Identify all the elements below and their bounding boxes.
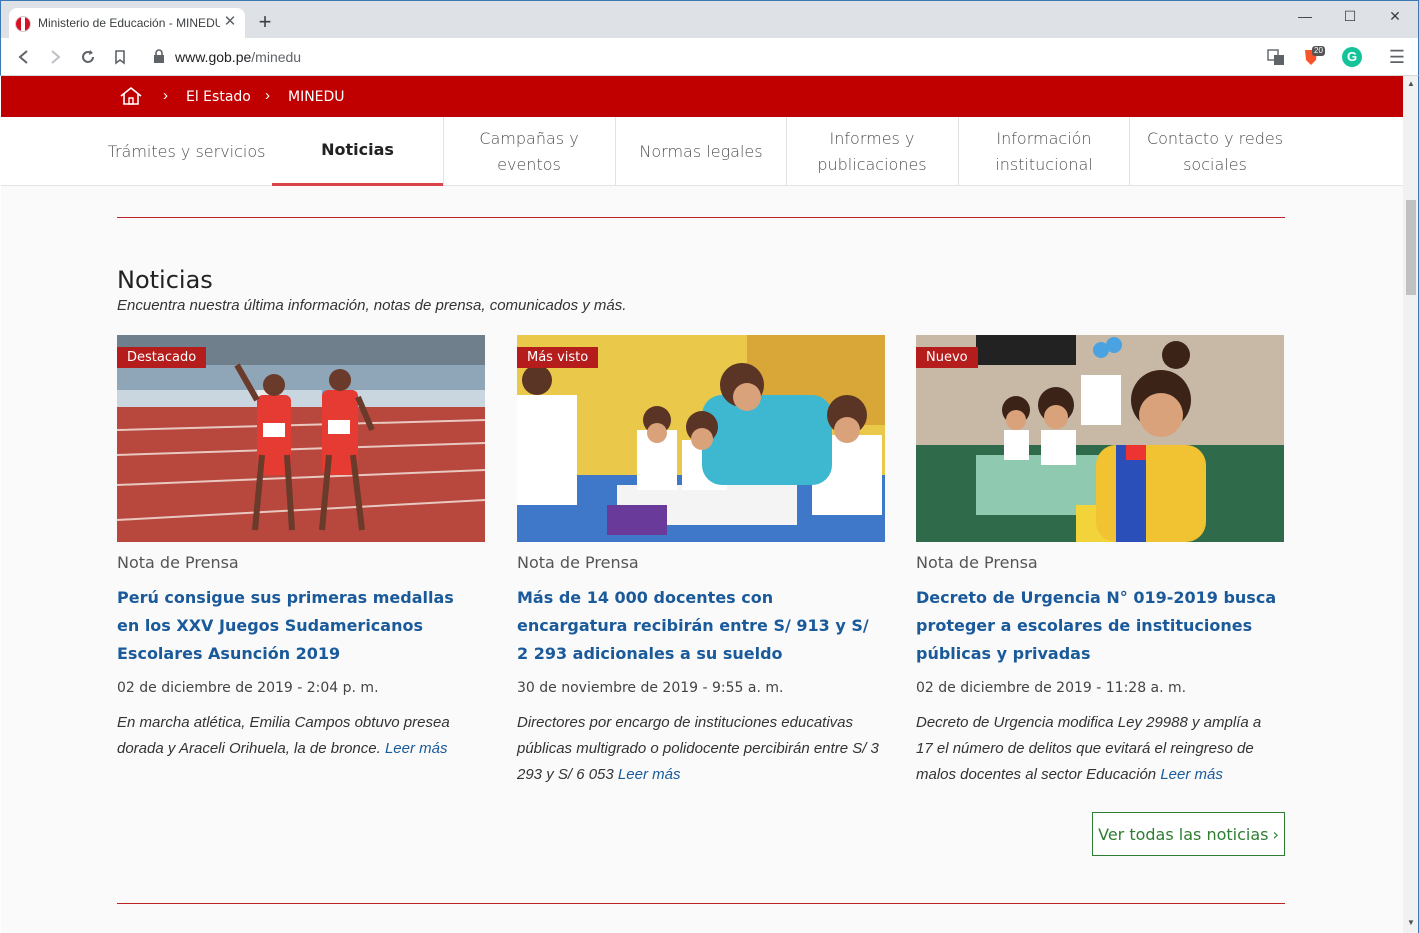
- lock-icon: [154, 49, 164, 63]
- chevron-right-icon: ›: [163, 87, 168, 104]
- divider: [117, 217, 1285, 218]
- badge-nuevo: Nuevo: [916, 347, 978, 368]
- news-excerpt: Decreto de Urgencia modifica Ley 29988 y…: [916, 710, 1278, 788]
- home-icon[interactable]: [119, 86, 143, 106]
- reload-icon[interactable]: [78, 47, 98, 67]
- breadcrumb-el-estado[interactable]: El Estado: [186, 89, 251, 105]
- news-card: Destacado Nota de Prensa Perú consigue s…: [117, 335, 485, 757]
- browser-tab[interactable]: Ministerio de Educación - MINEDU ✕: [9, 8, 245, 39]
- read-more-link[interactable]: Leer más: [1160, 766, 1223, 783]
- close-window-button[interactable]: ✕: [1372, 5, 1418, 31]
- tab-title: Ministerio de Educación - MINEDU: [38, 16, 220, 30]
- read-more-link[interactable]: Leer más: [618, 766, 681, 783]
- url-path: /minedu: [251, 49, 302, 65]
- grammarly-icon[interactable]: G: [1342, 47, 1362, 67]
- news-date: 02 de diciembre de 2019 - 2:04 p. m.: [117, 680, 379, 696]
- news-card: Más visto Nota de Prensa Más de 14 000 d…: [517, 335, 885, 783]
- news-image-classroom[interactable]: Más visto: [517, 335, 885, 542]
- scrollbar[interactable]: ▲ ▼: [1403, 76, 1419, 933]
- news-type: Nota de Prensa: [916, 553, 1038, 572]
- close-tab-icon[interactable]: ✕: [221, 13, 239, 31]
- minimize-button[interactable]: —: [1282, 5, 1328, 31]
- news-type: Nota de Prensa: [117, 553, 239, 572]
- scrollbar-thumb[interactable]: [1406, 200, 1416, 295]
- page-content: › El Estado › MINEDU Trámites y servicio…: [1, 76, 1403, 933]
- news-image-athletes[interactable]: Destacado: [117, 335, 485, 542]
- section-title: Noticias: [117, 266, 213, 294]
- nav-noticias[interactable]: Noticias: [272, 117, 443, 186]
- scroll-down-icon[interactable]: ▼: [1403, 915, 1419, 931]
- back-icon[interactable]: [14, 47, 34, 67]
- see-all-label: Ver todas las noticias: [1098, 824, 1269, 844]
- url-text: www.gob.pe/minedu: [175, 49, 301, 65]
- chevron-right-icon: ›: [1272, 824, 1279, 844]
- nav-campanas[interactable]: Campañas y eventos: [443, 117, 614, 186]
- browser-toolbar: www.gob.pe/minedu 20 G ☰: [0, 38, 1419, 76]
- forward-icon[interactable]: [45, 47, 65, 67]
- nav-informes[interactable]: Informes y publicaciones: [786, 117, 957, 186]
- see-all-news-button[interactable]: Ver todas las noticias ›: [1092, 812, 1285, 856]
- brave-shield-icon[interactable]: 20: [1301, 46, 1325, 67]
- chevron-right-icon: ›: [265, 87, 270, 104]
- maximize-button[interactable]: ☐: [1327, 5, 1373, 31]
- read-more-link[interactable]: Leer más: [385, 740, 448, 757]
- badge-mas-visto: Más visto: [517, 347, 599, 368]
- url-host: www.gob.pe: [175, 49, 252, 65]
- nav-tramites[interactable]: Trámites y servicios: [101, 117, 272, 186]
- breadcrumb: › El Estado › MINEDU: [1, 76, 1403, 117]
- peru-flag-icon: [15, 16, 31, 32]
- excerpt-text: Directores por encargo de instituciones …: [517, 714, 879, 783]
- divider: [117, 903, 1285, 904]
- news-headline[interactable]: Decreto de Urgencia N° 019-2019 busca pr…: [916, 584, 1278, 668]
- news-date: 02 de diciembre de 2019 - 11:28 a. m.: [916, 680, 1187, 696]
- nav-contacto[interactable]: Contacto y redes sociales: [1129, 117, 1300, 186]
- news-card: Nuevo Nota de Prensa Decreto de Urgencia…: [916, 335, 1284, 783]
- news-type: Nota de Prensa: [517, 553, 639, 572]
- main-nav: Trámites y servicios Noticias Campañas y…: [1, 117, 1403, 186]
- extension-badge: 20: [1312, 46, 1325, 56]
- badge-destacado: Destacado: [117, 347, 207, 368]
- news-excerpt: Directores por encargo de instituciones …: [517, 710, 879, 788]
- scroll-up-icon[interactable]: ▲: [1403, 76, 1419, 92]
- menu-icon[interactable]: ☰: [1387, 47, 1407, 67]
- news-headline[interactable]: Más de 14 000 docentes con encargatura r…: [517, 584, 879, 668]
- nav-informacion[interactable]: Información institucional: [958, 117, 1129, 186]
- translate-icon[interactable]: [1266, 47, 1286, 67]
- breadcrumb-minedu[interactable]: MINEDU: [288, 89, 345, 105]
- news-headline[interactable]: Perú consigue sus primeras medallas en l…: [117, 584, 479, 668]
- new-tab-button[interactable]: +: [253, 11, 277, 35]
- browser-tab-strip: Ministerio de Educación - MINEDU ✕ + — ☐…: [0, 0, 1419, 39]
- news-date: 30 de noviembre de 2019 - 9:55 a. m.: [517, 680, 784, 696]
- bookmark-icon[interactable]: [110, 47, 130, 67]
- nav-normas[interactable]: Normas legales: [615, 117, 786, 186]
- section-subtitle: Encuentra nuestra última información, no…: [117, 297, 627, 314]
- news-excerpt: En marcha atlética, Emilia Campos obtuvo…: [117, 710, 479, 762]
- address-bar[interactable]: www.gob.pe/minedu: [141, 43, 1291, 71]
- news-image-students[interactable]: Nuevo: [916, 335, 1284, 542]
